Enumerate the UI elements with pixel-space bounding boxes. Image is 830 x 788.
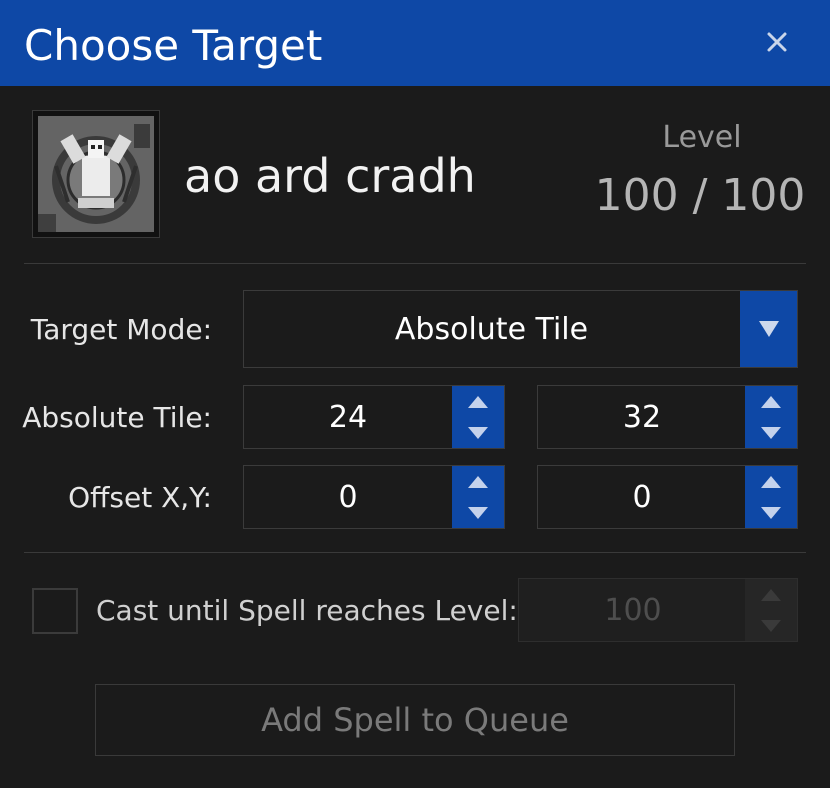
absolute-tile-label: Absolute Tile: (22, 401, 212, 434)
triangle-down-icon (468, 506, 488, 519)
increment-button[interactable] (745, 466, 797, 497)
spell-name: ao ard cradh (184, 149, 476, 203)
stepper-buttons (452, 466, 504, 528)
triangle-down-icon (468, 426, 488, 439)
absolute-tile-y-stepper[interactable]: 32 (537, 385, 798, 449)
decrement-button[interactable] (745, 417, 797, 448)
cast-until-level-value[interactable]: 100 (519, 579, 747, 641)
cast-until-level-stepper[interactable]: 100 (518, 578, 798, 642)
triangle-down-icon (761, 426, 781, 439)
offset-y-value[interactable]: 0 (538, 466, 746, 528)
stepper-buttons (452, 386, 504, 448)
increment-button[interactable] (452, 386, 504, 417)
triangle-up-icon (761, 588, 781, 601)
absolute-tile-y-value[interactable]: 32 (538, 386, 746, 448)
triangle-up-icon (468, 475, 488, 488)
absolute-tile-x-value[interactable]: 24 (244, 386, 452, 448)
decrement-button[interactable] (745, 610, 797, 641)
offset-x-value[interactable]: 0 (244, 466, 452, 528)
level-value: 100 / 100 (594, 170, 806, 221)
chevron-down-icon (758, 321, 779, 337)
stepper-buttons (745, 579, 797, 641)
title-bar: Choose Target (0, 0, 830, 86)
increment-button[interactable] (745, 386, 797, 417)
stepper-buttons (745, 466, 797, 528)
triangle-up-icon (761, 395, 781, 408)
stepper-buttons (745, 386, 797, 448)
level-label: Level (662, 120, 742, 155)
increment-button[interactable] (745, 579, 797, 610)
close-icon (767, 32, 787, 52)
triangle-up-icon (761, 475, 781, 488)
absolute-tile-x-stepper[interactable]: 24 (243, 385, 505, 449)
target-mode-dropdown[interactable]: Absolute Tile (243, 290, 798, 368)
close-button[interactable] (757, 22, 797, 62)
decrement-button[interactable] (452, 497, 504, 528)
add-spell-to-queue-button[interactable]: Add Spell to Queue (95, 684, 735, 756)
offset-x-stepper[interactable]: 0 (243, 465, 505, 529)
triangle-down-icon (761, 619, 781, 632)
offset-label: Offset X,Y: (68, 481, 212, 514)
target-mode-label: Target Mode: (30, 313, 212, 346)
spell-icon-frame (32, 110, 160, 238)
divider (24, 263, 806, 264)
target-mode-selected: Absolute Tile (394, 311, 589, 347)
dropdown-button[interactable] (740, 291, 797, 367)
window-title: Choose Target (24, 21, 323, 70)
decrement-button[interactable] (452, 417, 504, 448)
cast-until-checkbox[interactable] (32, 588, 78, 634)
decrement-button[interactable] (745, 497, 797, 528)
triangle-up-icon (468, 395, 488, 408)
cast-until-label: Cast until Spell reaches Level: (96, 594, 518, 627)
divider (24, 552, 806, 553)
offset-y-stepper[interactable]: 0 (537, 465, 798, 529)
increment-button[interactable] (452, 466, 504, 497)
spell-rune-icon (38, 116, 154, 232)
triangle-down-icon (761, 506, 781, 519)
